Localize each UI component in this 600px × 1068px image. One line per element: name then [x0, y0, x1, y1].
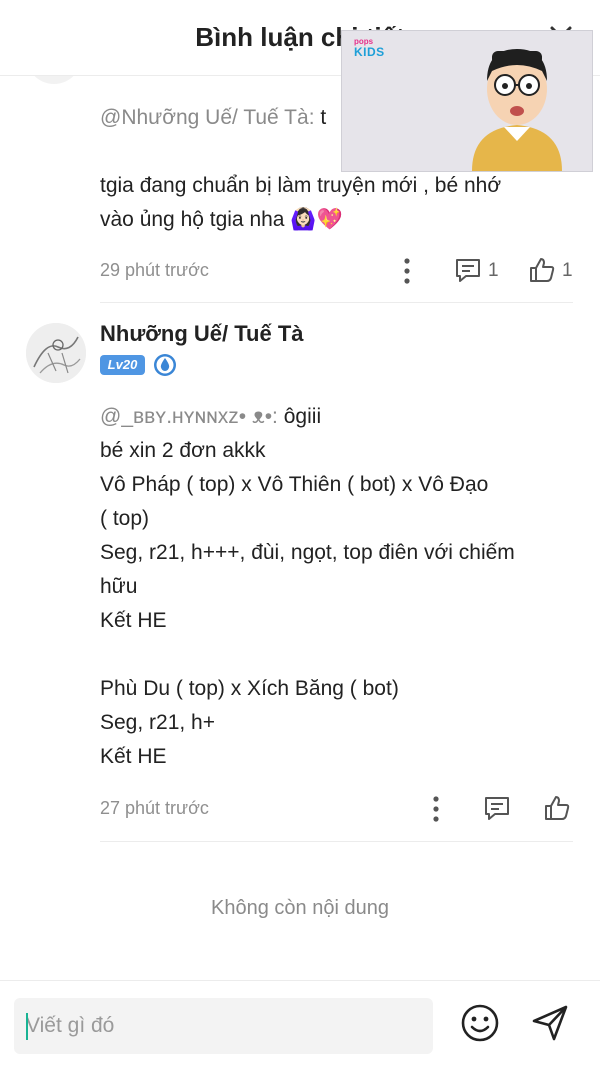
pops-kids-logo: pops KIDS [354, 37, 384, 61]
comment-text-tail: t [320, 106, 327, 129]
comment-line: Kết HE [100, 745, 167, 768]
comment-line [100, 638, 570, 672]
reply-count: 1 [488, 260, 499, 281]
more-button[interactable] [431, 795, 441, 823]
comment-actions: 27 phút trước [100, 794, 575, 824]
mention-link[interactable]: @Nhưỡng Uế/ Tuế Tà: [100, 106, 315, 129]
timestamp: 29 phút trước [100, 260, 209, 280]
level-badge: Lv20 [100, 355, 145, 375]
thumbs-up-icon [530, 258, 555, 282]
avatar-image [26, 323, 86, 383]
username[interactable]: Nhưỡng Uế/ Tuế Tà [100, 321, 304, 347]
thumbs-up-icon [545, 796, 570, 820]
avatar[interactable] [26, 323, 86, 383]
more-vertical-icon [404, 258, 410, 284]
comment-actions: 29 phút trước 1 1 [100, 256, 575, 286]
water-drop-icon [154, 354, 176, 376]
send-icon [532, 1005, 568, 1041]
text-caret [26, 1013, 28, 1040]
emoji-button[interactable] [460, 1003, 500, 1043]
comment-line: hữu [100, 575, 138, 598]
comment-line: Seg, r21, h+++, đùi, ngọt, top điên với … [100, 541, 515, 564]
send-button[interactable] [530, 1003, 570, 1043]
rank-badge [153, 353, 177, 377]
comment-line: tgia đang chuẩn bị làm truyện mới , bé n… [100, 174, 502, 197]
comment-line: vào ủng hộ tgia nha 🙆🏻‍♀️💖 [100, 208, 343, 231]
divider [100, 302, 573, 303]
like-button[interactable] [543, 794, 573, 822]
more-button[interactable] [402, 257, 412, 285]
logo-text-bottom: KIDS [354, 45, 385, 59]
timestamp: 27 phút trước [100, 798, 209, 818]
cartoon-character-image [472, 49, 562, 171]
more-vertical-icon [433, 796, 439, 822]
comment-body: @_ʙʙʏ.ʜʏɴɴxᴢ• ᴥ•: ôgiii bé xin 2 đơn akk… [100, 400, 570, 774]
like-count: 1 [562, 260, 573, 281]
end-of-list-text: Không còn nội dung [211, 897, 389, 919]
comment-icon [485, 797, 509, 820]
reply-button[interactable] [483, 794, 513, 822]
mention-link[interactable]: @_ʙʙʏ.ʜʏɴɴxᴢ• ᴥ•: [100, 405, 278, 428]
comment-line: bé xin 2 đơn akkk [100, 439, 266, 462]
smiley-icon [461, 1004, 499, 1042]
comment-line: Vô Pháp ( top) x Vô Thiên ( bot) x Vô Đạ… [100, 473, 489, 496]
pip-video-player[interactable]: pops KIDS [341, 30, 593, 172]
like-button[interactable]: 1 [528, 256, 576, 284]
reply-button[interactable]: 1 [454, 256, 504, 284]
comment-line: Kết HE [100, 609, 167, 632]
divider [100, 841, 573, 842]
comment-input[interactable] [14, 998, 433, 1054]
comment-composer [0, 980, 600, 1068]
comment-icon [456, 259, 480, 282]
comment-line: Phù Du ( top) x Xích Băng ( bot) [100, 677, 399, 700]
comment-line: Seg, r21, h+ [100, 711, 215, 734]
comment-line: ( top) [100, 507, 150, 530]
comment-text-tail: ôgiii [283, 405, 322, 428]
